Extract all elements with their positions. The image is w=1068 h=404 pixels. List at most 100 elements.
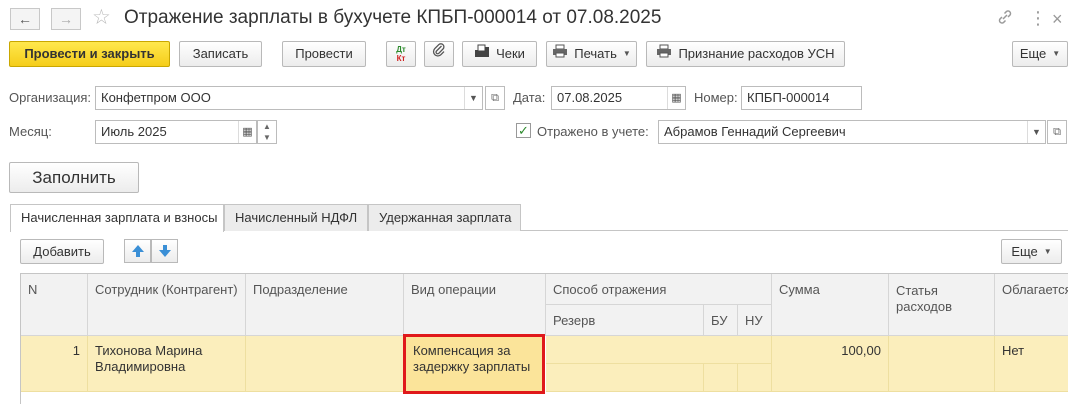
tab-accrued-salary[interactable]: Начисленная зарплата и взносы — [10, 204, 224, 232]
header-label: БУ — [711, 313, 728, 328]
chevron-down-icon: ▼ — [1043, 246, 1052, 256]
cell-value: 100,00 — [841, 343, 881, 358]
column-header-method[interactable]: Способ отражения — [546, 274, 772, 305]
post-button[interactable]: Провести — [282, 41, 366, 67]
post-and-close-button[interactable]: Провести и закрыть — [9, 41, 170, 67]
page-title: Отражение зарплаты в бухучете КПБП-00001… — [124, 7, 662, 28]
column-header-expense-item[interactable]: Статья расходов — [889, 274, 995, 336]
receipts-button[interactable]: Чеки — [462, 41, 537, 67]
dt-label: Дт — [396, 45, 406, 54]
forward-button[interactable]: → — [51, 8, 81, 30]
cell-nu[interactable] — [738, 364, 772, 392]
attach-button[interactable] — [424, 41, 454, 67]
header-label: Статья расходов — [896, 283, 952, 314]
column-header-sum[interactable]: Сумма — [772, 274, 889, 336]
cell-bu[interactable] — [704, 364, 738, 392]
back-button[interactable]: ← — [10, 8, 40, 30]
tab-accrued-ndfl[interactable]: Начисленный НДФЛ — [224, 204, 368, 231]
column-header-reserve[interactable]: Резерв — [546, 305, 704, 336]
arrow-down-icon — [158, 245, 172, 261]
header-label: Вид операции — [411, 282, 497, 297]
column-header-n[interactable]: N — [21, 274, 88, 336]
column-header-operation[interactable]: Вид операции — [404, 274, 546, 336]
calendar-icon[interactable]: ▦ — [238, 121, 256, 143]
month-label: Месяц: — [9, 124, 52, 139]
more-vertical-icon[interactable]: ⋮ — [1029, 8, 1047, 28]
calendar-icon[interactable]: ▦ — [667, 87, 685, 109]
cell-value: Нет — [1002, 343, 1025, 358]
cell-value: 1 — [72, 343, 80, 358]
print-label: Печать — [574, 46, 617, 61]
cell-method[interactable] — [546, 336, 772, 364]
number-field[interactable]: КПБП-000014 — [741, 86, 862, 110]
more-button[interactable]: Еще ▼ — [1012, 41, 1068, 67]
arrow-right-icon: → — [59, 11, 73, 27]
responsible-value: Абрамов Геннадий Сергеевич — [664, 124, 846, 139]
cell-department[interactable] — [246, 336, 404, 392]
tab-label: Начисленная зарплата и взносы — [21, 210, 218, 225]
printer-icon — [656, 42, 672, 66]
responsible-field[interactable]: Абрамов Геннадий Сергеевич ▼ — [658, 120, 1046, 144]
arrow-left-icon: ← — [18, 11, 32, 27]
cell-value: Тихонова Марина Владимировна — [95, 343, 203, 374]
header-label: Способ отражения — [553, 282, 667, 297]
move-down-button[interactable] — [151, 239, 178, 263]
organization-field[interactable]: Конфетпром ООО ▼ — [95, 86, 483, 110]
receipt-printer-icon — [474, 42, 490, 66]
tab-label: Начисленный НДФЛ — [235, 210, 358, 225]
header-label: НУ — [745, 313, 763, 328]
close-icon[interactable]: × — [1052, 8, 1063, 30]
header-label: Сотрудник (Контрагент) — [95, 282, 238, 297]
reflected-checkbox[interactable]: ✓ — [516, 123, 531, 138]
save-button[interactable]: Записать — [179, 41, 262, 67]
cell-expense-item[interactable] — [889, 336, 995, 392]
month-stepper[interactable]: ▲ ▼ — [257, 120, 277, 144]
cell-value: Компенсация за задержку зарплаты — [413, 343, 531, 374]
column-header-department[interactable]: Подразделение — [246, 274, 404, 336]
chevron-down-icon[interactable]: ▼ — [464, 87, 482, 109]
fill-label: Заполнить — [32, 167, 116, 187]
column-header-bu[interactable]: БУ — [704, 305, 738, 336]
link-icon[interactable] — [996, 8, 1014, 32]
chevron-down-icon[interactable]: ▼ — [1027, 121, 1045, 143]
cell-employee[interactable]: Тихонова Марина Владимировна — [88, 336, 246, 392]
post-and-close-label: Провести и закрыть — [24, 46, 155, 61]
expense-recognition-button[interactable]: Признание расходов УСН — [646, 41, 845, 67]
month-field[interactable]: Июль 2025 ▦ — [95, 120, 257, 144]
star-icon[interactable]: ☆ — [92, 5, 111, 31]
cell-taxable[interactable]: Нет — [995, 336, 1068, 392]
add-label: Добавить — [33, 243, 91, 259]
header-label: Облагается — [1002, 282, 1068, 297]
header-label: Резерв — [553, 313, 596, 328]
reflected-label: Отражено в учете: — [537, 124, 649, 139]
date-label: Дата: — [513, 90, 546, 105]
paperclip-icon — [432, 42, 446, 66]
arrow-up-icon — [131, 245, 145, 261]
chevron-up-icon[interactable]: ▲ — [258, 121, 276, 132]
open-icon[interactable]: ⧉ — [485, 86, 505, 110]
date-field[interactable]: 07.08.2025 ▦ — [551, 86, 686, 110]
cell-n[interactable]: 1 — [21, 336, 88, 392]
number-label: Номер: — [694, 90, 738, 105]
column-header-employee[interactable]: Сотрудник (Контрагент) — [88, 274, 246, 336]
column-header-taxable[interactable]: Облагается — [995, 274, 1068, 336]
organization-value: Конфетпром ООО — [101, 90, 211, 105]
cell-sum[interactable]: 100,00 — [772, 336, 889, 392]
fill-button[interactable]: Заполнить — [9, 162, 139, 193]
salary-table[interactable]: N Сотрудник (Контрагент) Подразделение В… — [20, 273, 1068, 404]
column-header-nu[interactable]: НУ — [738, 305, 772, 336]
dt-kt-button[interactable]: Дт Кт — [386, 41, 416, 67]
month-value: Июль 2025 — [101, 124, 167, 139]
kt-label: Кт — [396, 54, 406, 63]
table-more-button[interactable]: Еще ▼ — [1001, 239, 1062, 264]
move-up-button[interactable] — [124, 239, 151, 263]
save-label: Записать — [192, 46, 249, 61]
date-value: 07.08.2025 — [557, 90, 623, 105]
open-icon[interactable]: ⧉ — [1047, 120, 1067, 144]
chevron-down-icon[interactable]: ▼ — [258, 132, 276, 143]
tab-withheld-salary[interactable]: Удержанная зарплата — [368, 204, 521, 231]
cell-operation-highlighted[interactable]: Компенсация за задержку зарплаты — [403, 334, 545, 394]
print-button[interactable]: Печать ▼ — [546, 41, 637, 67]
add-button[interactable]: Добавить — [20, 239, 104, 264]
cell-reserve[interactable] — [546, 364, 704, 392]
